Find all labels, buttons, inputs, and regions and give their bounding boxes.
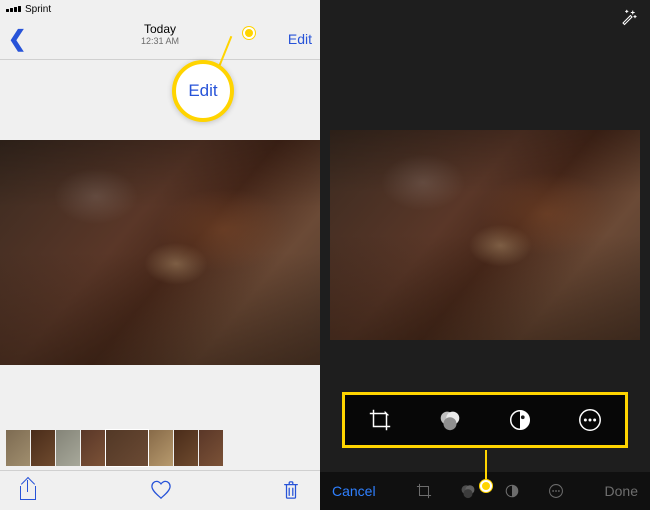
edit-callout-label: Edit [188,81,217,101]
photo-viewer-screen: Sprint ❮ Today 12:31 AM Edit Edit [0,0,320,510]
photo-edit-preview[interactable] [330,130,640,340]
nav-bar: ❮ Today 12:31 AM Edit [0,18,320,60]
trash-icon[interactable] [282,480,302,502]
favorite-icon[interactable] [150,480,170,502]
edit-button[interactable]: Edit [288,31,312,47]
cancel-button[interactable]: Cancel [332,483,376,499]
edit-callout: Edit [172,60,234,122]
thumbnail[interactable] [149,430,173,466]
bottom-toolbar [0,470,320,510]
auto-enhance-icon[interactable] [620,8,638,26]
adjust-icon[interactable] [503,482,521,500]
crop-icon[interactable] [415,482,433,500]
status-bar: Sprint [0,0,320,18]
more-icon[interactable] [547,482,565,500]
thumbnail[interactable] [31,430,55,466]
filters-icon[interactable] [459,482,477,500]
tools-callout [342,392,628,448]
thumbnail[interactable] [81,430,105,466]
crop-icon[interactable] [367,407,393,433]
done-button[interactable]: Done [605,483,638,499]
annotation-dot [480,480,492,492]
thumbnail-selected[interactable] [106,430,148,466]
annotation-dot [243,27,255,39]
more-icon[interactable] [577,407,603,433]
carrier-label: Sprint [25,4,51,15]
thumbnail[interactable] [6,430,30,466]
annotation-line [485,450,487,482]
thumbnail-strip[interactable] [6,430,314,466]
signal-strength-icon [6,6,21,12]
nav-title-block: Today 12:31 AM [141,22,179,46]
photo-preview[interactable] [0,140,320,365]
photo-edit-screen: Cancel Done [320,0,650,510]
nav-subtitle: 12:31 AM [141,36,179,46]
back-button[interactable]: ❮ [8,26,26,52]
filters-icon[interactable] [437,407,463,433]
adjust-icon[interactable] [507,407,533,433]
thumbnail[interactable] [174,430,198,466]
share-icon[interactable] [18,480,38,502]
nav-title: Today [141,22,179,36]
thumbnail[interactable] [199,430,223,466]
thumbnail[interactable] [56,430,80,466]
